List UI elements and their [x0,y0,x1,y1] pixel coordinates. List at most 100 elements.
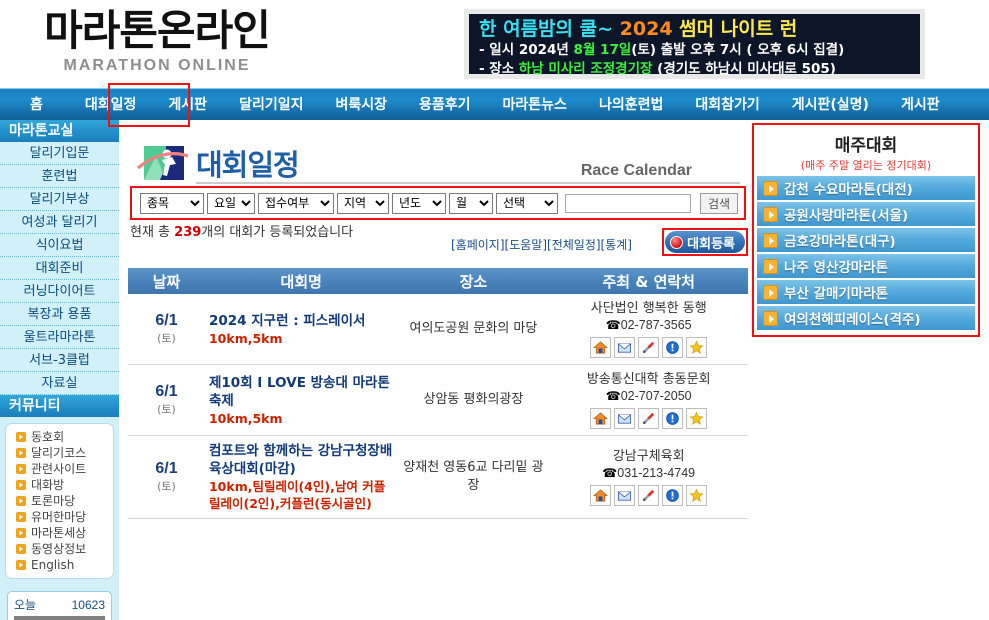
arrow-right-icon [16,480,26,490]
promo-banner[interactable]: 한 여름밤의 쿨~ 2024 썸머 나이트 런 - 일시 2024년 8월 17… [464,9,925,79]
star-icon[interactable] [686,485,708,506]
filter-weekday-select[interactable]: 요일 [207,192,255,214]
table-row[interactable]: 6/1 (토) 2024 지구런 : 피스레이서 10km,5km 여의도공원 … [128,294,748,365]
table-row[interactable]: 6/1 (토) 제10회 I LOVE 방송대 마라톤 축제 10km,5km … [128,364,748,436]
sidebar-item-humor[interactable]: 유머한마당 [6,509,113,525]
sidebar-item-running-injury[interactable]: 달리기부상 [0,188,119,211]
title-divider [196,182,740,184]
nav-item-home[interactable]: 홈 [0,89,69,121]
race-host: 사단법인 행복한 동행 [590,301,707,316]
filter-category-select[interactable]: 종목 [140,192,204,214]
sidebar-item-archive[interactable]: 자료실 [0,372,119,395]
star-icon[interactable] [686,337,708,358]
row-name-cell: 제10회 I LOVE 방송대 마라톤 축제 10km,5km [204,364,398,436]
mail-icon[interactable] [614,408,636,429]
sidebar-item-training[interactable]: 훈련법 [0,165,119,188]
phone-icon: ☎ [602,466,618,480]
nav-item-running-diary[interactable]: 달리기일지 [223,89,319,121]
tools-icon[interactable] [638,485,660,506]
banner-date-suffix: (토) 출발 오후 7시 ( 오후 6시 집결) [631,42,845,58]
sidebar-item-race-prep[interactable]: 대회준비 [0,257,119,280]
sidebar-item-running-diet[interactable]: 러닝다이어트 [0,280,119,303]
race-table-header-row: 날짜 대회명 장소 주최 & 연락처 [128,268,748,294]
weekly-item-geumhogang[interactable]: 금호강마라톤(대구) [757,228,975,252]
link-full-schedule[interactable]: [전체일정] [547,238,601,252]
sidebar-item-diet-therapy[interactable]: 식이요법 [0,234,119,257]
runner-logo-icon [136,144,189,182]
sidebar-item-running-course[interactable]: 달리기코스 [6,445,113,461]
search-input[interactable] [565,193,691,213]
nav-item-race-schedule[interactable]: 대회일정 [69,89,153,121]
search-button[interactable]: 검색 [700,192,739,214]
sidebar-item-label: 유머한마당 [31,510,87,524]
table-row[interactable]: 6/1 (토) 컴포트와 함께하는 강남구청장배 육상대회(마감) 10km,팀… [128,435,748,519]
tools-icon[interactable] [638,337,660,358]
sidebar-item-apparel-gear[interactable]: 복장과 용품 [0,303,119,326]
site-logo[interactable]: 마라톤온라인 MARATHON ONLINE [22,6,292,75]
nav-item-my-training[interactable]: 나의훈련법 [583,89,679,121]
race-name-link[interactable]: 제10회 I LOVE 방송대 마라톤 축제 [209,374,393,410]
sidebar-item-related-sites[interactable]: 관련사이트 [6,461,113,477]
sidebar-item-club[interactable]: 동호회 [6,429,113,445]
sidebar-section-title-community: 커뮤니티 [0,395,119,417]
mail-icon[interactable] [614,337,636,358]
race-name-link[interactable]: 컴포트와 함께하는 강남구청장배 육상대회(마감) [209,442,393,478]
filter-region-select[interactable]: 지역 [337,192,389,214]
home-icon[interactable] [590,485,612,506]
sidebar-item-chatroom[interactable]: 대화방 [6,477,113,493]
sidebar-item-marathon-world[interactable]: 마라톤세상 [6,525,113,541]
counter-today-value: 10623 [71,598,105,612]
nav-item-flea-market[interactable]: 벼룩시장 [319,89,403,121]
row-date-cell: 6/1 (토) [128,294,205,365]
race-schedule-table: 날짜 대회명 장소 주최 & 연락처 6/1 (토) 2024 지구런 : 피스… [128,268,748,519]
sidebar-item-running-intro[interactable]: 달리기입문 [0,142,119,165]
info-icon[interactable] [662,485,684,506]
register-race-button[interactable]: 대회등록 [665,231,745,253]
race-weekday: (토) [157,480,176,493]
star-icon[interactable] [686,408,708,429]
link-statistics[interactable]: [통계] [601,238,632,252]
filter-month-select[interactable]: 월 [449,192,493,214]
race-name-link[interactable]: 2024 지구런 : 피스레이서 [209,312,393,330]
header-date: 날짜 [128,268,205,294]
status-count: 239 [174,225,202,240]
filter-registration-select[interactable]: 접수여부 [258,192,334,214]
filter-choice-select[interactable]: 선택 [496,192,558,214]
home-icon[interactable] [590,408,612,429]
weekly-item-naju-yeongsan[interactable]: 나주 영산강마라톤 [757,254,975,278]
arrow-right-icon [16,496,26,506]
weekly-item-busan-seagull[interactable]: 부산 갈매기마라톤 [757,280,975,304]
weekly-item-gapcheon[interactable]: 갑천 수요마라톤(대전) [757,176,975,200]
sidebar-item-english[interactable]: English [6,557,113,573]
record-dot-icon [670,235,684,249]
mail-icon[interactable] [614,485,636,506]
link-homepage[interactable]: [홈페이지] [451,238,505,252]
weekly-races-box: 매주대회 (매주 주말 열리는 정기대회) 갑천 수요마라톤(대전) 공원사랑마… [752,123,980,337]
nav-item-board-realname[interactable]: 게시판(실명) [776,89,885,121]
home-icon[interactable] [590,337,612,358]
row-host-cell: 사단법인 행복한 동행 ☎02-787-3565 [549,294,748,365]
nav-item-board[interactable]: 게시판 [152,89,223,121]
info-icon[interactable] [662,337,684,358]
nav-item-board-2[interactable]: 게시판 [885,89,956,121]
logo-english-text: MARATHON ONLINE [63,57,251,74]
row-host-cell: 강남구체육회 ☎031-213-4749 [549,435,748,519]
sidebar-item-label: 관련사이트 [31,462,87,476]
tools-icon[interactable] [638,408,660,429]
main-navigation: 홈 대회일정 게시판 달리기일지 벼룩시장 용품후기 마라톤뉴스 나의훈련법 대… [0,83,989,127]
sidebar-item-women-running[interactable]: 여성과 달리기 [0,211,119,234]
weekly-item-yeouicheon[interactable]: 여의천해피레이스(격주) [757,306,975,330]
nav-item-gear-reviews[interactable]: 용품후기 [403,89,487,121]
link-help[interactable]: [도움말] [505,238,547,252]
info-icon[interactable] [662,408,684,429]
arrow-right-icon [16,432,26,442]
sidebar-item-discussion[interactable]: 토론마당 [6,493,113,509]
sidebar-item-sub3-club[interactable]: 서브-3클럽 [0,349,119,372]
sidebar-item-ultra-marathon[interactable]: 울트라마라톤 [0,326,119,349]
nav-item-marathon-news[interactable]: 마라톤뉴스 [487,89,583,121]
nav-item-race-reports[interactable]: 대회참가기 [679,89,775,121]
weekly-item-park-love[interactable]: 공원사랑마라톤(서울) [757,202,975,226]
arrow-right-icon [763,232,778,248]
sidebar-item-video-info[interactable]: 동영상정보 [6,541,113,557]
filter-year-select[interactable]: 년도 [392,192,446,214]
